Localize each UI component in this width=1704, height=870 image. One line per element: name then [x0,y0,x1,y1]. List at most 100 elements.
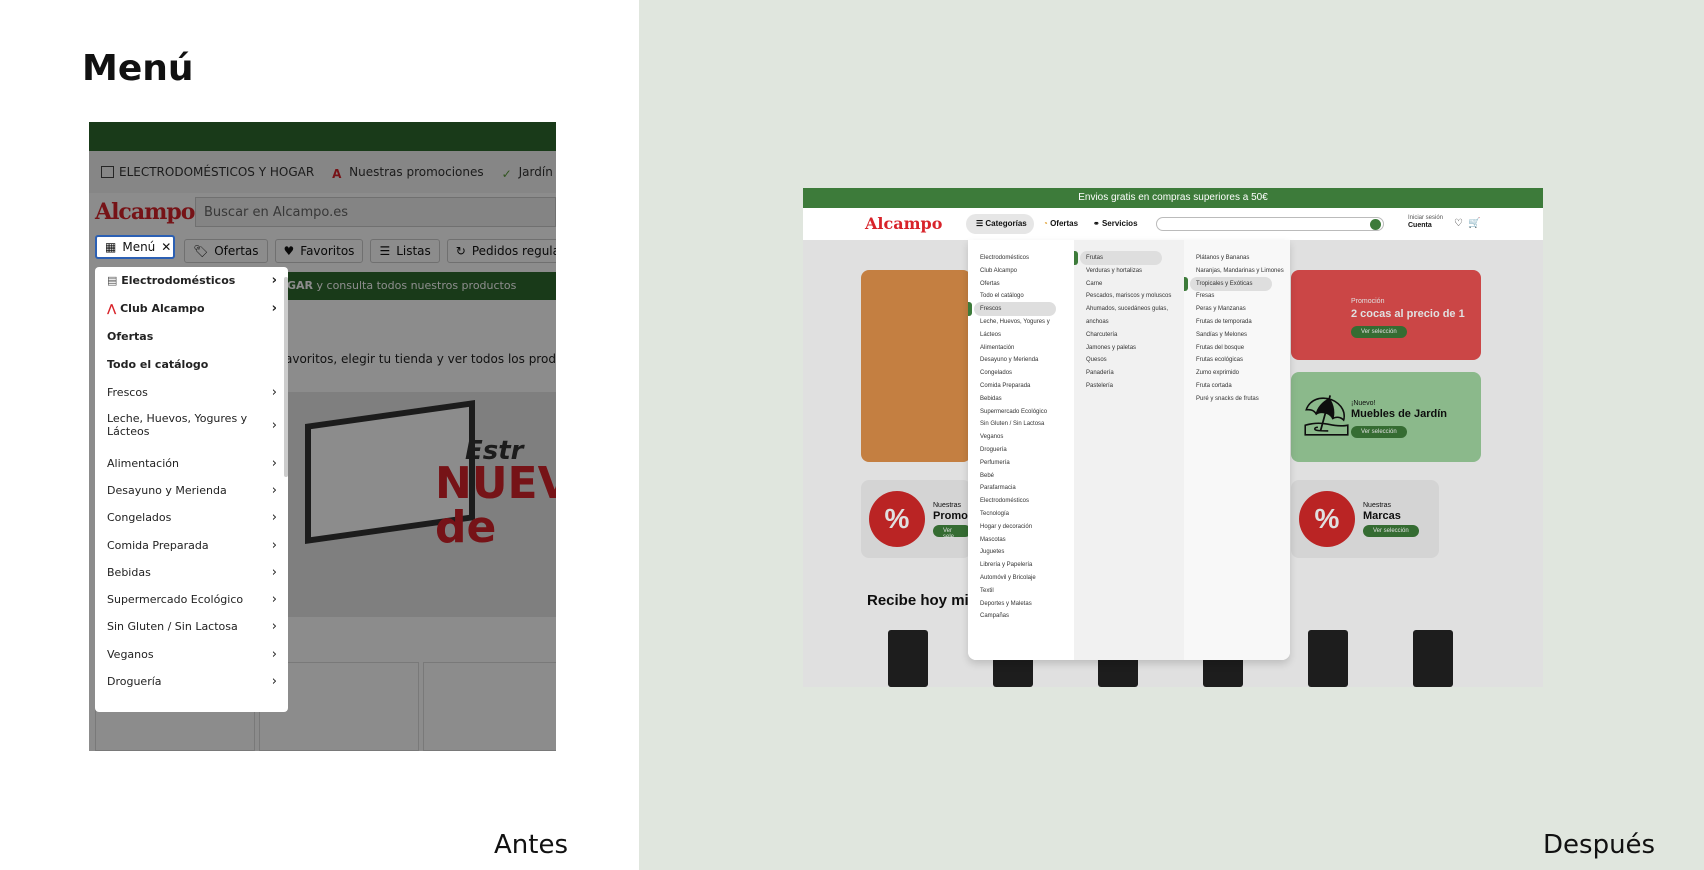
mega-menu: Electrodomésticos Club Alcampo Ofertas Todo… [968,240,1290,660]
mega-menu-item[interactable]: Droguería [980,447,1007,453]
chevron-right-icon: › [271,510,277,525]
mega-menu-item[interactable]: Puré y snacks de frutas [1196,396,1259,402]
menu-item[interactable]: Alimentación › [107,456,277,471]
mega-menu-item[interactable]: Charcutería [1086,332,1117,338]
mega-menu-item[interactable]: Peras y Manzanas [1196,306,1246,312]
link-icon: ⚭ [1093,219,1102,228]
mega-menu-item[interactable]: Frutas ecológicas [1196,357,1243,363]
menu-item[interactable]: Comida Preparada › [107,538,277,553]
close-icon[interactable]: ✕ [161,240,171,254]
mega-menu-item[interactable]: Automóvil y Bricolaje [980,575,1036,581]
mega-menu-item[interactable]: Electrodomésticos [980,255,1029,261]
account-link[interactable]: Iniciar sesión Cuenta [1408,215,1443,230]
mega-menu-item[interactable]: Desayuno y Merienda [980,357,1038,363]
mega-menu-item[interactable]: Perfumería [980,460,1010,466]
mega-menu-item[interactable]: Jamones y paletas [1086,345,1136,351]
mega-menu-item[interactable]: Comida Preparada [980,383,1030,389]
mega-menu-item[interactable]: Hogar y decoración [980,524,1032,530]
mega-menu-item[interactable]: anchoas [1086,319,1109,325]
mega-menu-item[interactable]: Deportes y Maletas [980,601,1032,607]
menu-item[interactable]: Desayuno y Merienda › [107,483,277,498]
mega-menu-column-categories: Electrodomésticos Club Alcampo Ofertas Todo… [968,240,1074,660]
mega-menu-item[interactable]: Juguetes [980,549,1004,555]
mega-menu-item[interactable]: Ofertas [980,281,1000,287]
page-title: Menú [82,48,194,89]
heart-icon[interactable]: ♡ [1454,218,1463,229]
search-icon[interactable] [1370,219,1381,230]
mega-menu-item[interactable]: Frutas [1086,255,1103,261]
menu-button[interactable]: ▦ Menú ✕ [95,235,175,259]
mega-menu-item[interactable]: Librería y Papelería [980,562,1032,568]
menu-item[interactable]: Todo el catálogo [107,358,277,371]
mega-menu-item[interactable]: Todo el catálogo [980,293,1024,299]
active-marker [968,302,972,317]
chevron-right-icon: › [271,417,277,433]
menu-item[interactable]: Supermercado Ecológico › [107,592,277,607]
mega-menu-item[interactable]: Tropicales y Exóticas [1196,281,1252,287]
mega-menu-item[interactable]: Supermercado Ecológico [980,409,1047,415]
mega-menu-item[interactable]: Alimentación [980,345,1014,351]
menu-item[interactable]: ▤ Electrodomésticos › [107,273,277,288]
mega-menu-item[interactable]: Naranjas, Mandarinas y Limones [1196,268,1284,274]
search-input[interactable] [1156,217,1384,231]
chevron-right-icon: › [271,273,277,288]
alcampo-logo[interactable]: Alcampo [865,214,942,233]
mega-menu-item[interactable]: Carne [1086,281,1102,287]
mega-menu-item[interactable]: Tecnología [980,511,1009,517]
mega-menu-item[interactable]: Electrodomésticos [980,498,1029,504]
mega-menu-item[interactable]: Parafarmacia [980,485,1016,491]
mega-menu-item[interactable]: Frutas de temporada [1196,319,1252,325]
menu-item[interactable]: Congelados › [107,510,277,525]
servicios-link[interactable]: ⚭ Servicios [1093,219,1138,228]
shipping-banner: Envios gratis en compras superiores a 50… [803,188,1543,208]
menu-item[interactable]: Leche, Huevos, Yogures y Lácteos › [107,412,277,438]
mega-menu-item[interactable]: Pescados, mariscos y moluscos [1086,293,1171,299]
mega-menu-item[interactable]: Mascotas [980,537,1006,543]
mega-menu-item[interactable]: Fresas [1196,293,1214,299]
cart-icon[interactable]: 🛒 [1468,218,1480,229]
mega-menu-item[interactable]: Sandías y Melones [1196,332,1247,338]
mega-menu-item[interactable]: Zumo exprimido [1196,370,1239,376]
mega-menu-item[interactable]: Fruta cortada [1196,383,1232,389]
mega-menu-item[interactable]: Textil [980,588,994,594]
active-marker [1074,251,1078,265]
appliance-icon: ▤ [107,274,122,287]
mega-menu-item[interactable]: Campañas [980,613,1009,619]
mega-menu-item[interactable]: Plátanos y Bananas [1196,255,1249,261]
mega-menu-item[interactable]: Ahumados, sucedáneos gulas, [1086,306,1168,312]
menu-item[interactable]: Sin Gluten / Sin Lactosa › [107,619,277,634]
mega-menu-item[interactable]: Sin Gluten / Sin Lactosa [980,421,1044,427]
menu-item[interactable]: Bebidas › [107,565,277,580]
mega-menu-item[interactable]: Frescos [980,306,1001,312]
mega-menu-item[interactable]: Club Alcampo [980,268,1017,274]
chevron-right-icon: › [271,647,277,662]
mega-menu-item[interactable]: Bebé [980,473,994,479]
menu-item[interactable]: Veganos › [107,647,277,662]
ofertas-link[interactable]: ◔ Ofertas [1043,219,1078,228]
menu-item[interactable]: Frescos › [107,385,277,400]
menu-item[interactable]: ⋀ Club Alcampo › [107,301,277,316]
chevron-right-icon: › [271,456,277,471]
mega-menu-item[interactable]: Veganos [980,434,1003,440]
mega-menu-item[interactable]: Lácteos [980,332,1001,338]
mega-menu-item[interactable]: Quesos [1086,357,1107,363]
scrollbar[interactable] [284,277,288,477]
after-screenshot: Envios gratis en compras superiores a 50… [803,188,1543,687]
grid-icon: ▦ [105,240,117,254]
menu-item[interactable]: Droguería › [107,674,277,689]
club-icon: ⋀ [107,302,121,315]
mega-menu-item[interactable]: Frutas del bosque [1196,345,1244,351]
categorias-button[interactable]: ☰ Categorías [966,214,1034,234]
mega-menu-item[interactable]: Panadería [1086,370,1114,376]
mega-menu-column-frutas: Plátanos y Bananas Naranjas, Mandarinas y… [1184,240,1290,660]
mega-menu-item[interactable]: Pastelería [1086,383,1113,389]
header: Alcampo ☰ Categorías ◔ Ofertas ⚭ Servici… [803,208,1543,240]
mega-menu-item[interactable]: Leche, Huevos, Yogures y [980,319,1050,325]
caption-before: Antes [494,830,569,860]
chevron-right-icon: › [271,592,277,607]
mega-menu-item[interactable]: Bebidas [980,396,1002,402]
menu-dropdown: ▤ Electrodomésticos › ⋀ Club Alcampo › Ofert… [95,267,288,712]
mega-menu-item[interactable]: Congelados [980,370,1012,376]
mega-menu-item[interactable]: Verduras y hortalizas [1086,268,1142,274]
menu-item[interactable]: Ofertas [107,330,277,343]
